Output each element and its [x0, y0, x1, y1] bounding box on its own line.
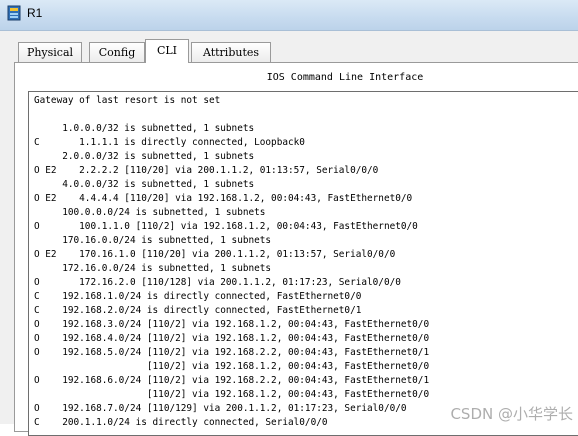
console-line: O E2 2.2.2.2 [110/20] via 200.1.1.2, 01:…	[34, 165, 379, 176]
console-line: O 172.16.2.0 [110/128] via 200.1.1.2, 01…	[34, 277, 401, 288]
cli-heading: IOS Command Line Interface	[266, 72, 424, 83]
title-bar: R1	[0, 0, 578, 31]
console-line: 1.0.0.0/32 is subnetted, 1 subnets	[34, 123, 255, 134]
console-line: C 1.1.1.1 is directly connected, Loopbac…	[34, 137, 305, 148]
window-body: Physical Config CLI Attributes IOS Comma…	[0, 31, 578, 436]
console-line: O 192.168.4.0/24 [110/2] via 192.168.1.2…	[34, 333, 430, 344]
tab-attributes[interactable]: Attributes	[191, 42, 271, 62]
cli-tab-panel: IOS Command Line Interface Gateway of la…	[14, 62, 578, 436]
console-line: C 192.168.1.0/24 is directly connected, …	[34, 291, 362, 302]
tab-config[interactable]: Config	[89, 42, 145, 62]
window-title: R1	[27, 6, 43, 20]
console-output: Gateway of last resort is not set 1.0.0.…	[34, 94, 429, 430]
tab-label: CLI	[156, 44, 178, 57]
console-line: [110/2] via 192.168.1.2, 00:04:43, FastE…	[34, 389, 430, 400]
console-line: C 200.1.1.0/24 is directly connected, Se…	[34, 417, 328, 428]
tab-label: Config	[98, 46, 136, 59]
console-line: O 192.168.7.0/24 [110/129] via 200.1.1.2…	[34, 403, 407, 414]
router-app-icon	[7, 5, 21, 21]
console-line: O 100.1.1.0 [110/2] via 192.168.1.2, 00:…	[34, 221, 418, 232]
console-line: 100.0.0.0/24 is subnetted, 1 subnets	[34, 207, 266, 218]
tab-cli[interactable]: CLI	[145, 39, 189, 63]
watermark: CSDN @小华学长	[450, 405, 573, 423]
console-line: O 192.168.6.0/24 [110/2] via 192.168.2.2…	[34, 375, 430, 386]
cli-console[interactable]: Gateway of last resort is not set 1.0.0.…	[28, 91, 578, 436]
tab-label: Attributes	[202, 46, 260, 59]
console-line: O E2 4.4.4.4 [110/20] via 192.168.1.2, 0…	[34, 193, 413, 204]
console-line: 4.0.0.0/32 is subnetted, 1 subnets	[34, 179, 255, 190]
tab-label: Physical	[26, 46, 74, 59]
console-line: 172.16.0.0/24 is subnetted, 1 subnets	[34, 263, 272, 274]
console-line: C 192.168.2.0/24 is directly connected, …	[34, 305, 362, 316]
console-line: [110/2] via 192.168.1.2, 00:04:43, FastE…	[34, 361, 430, 372]
console-line: 170.16.0.0/24 is subnetted, 1 subnets	[34, 235, 272, 246]
console-line: O 192.168.3.0/24 [110/2] via 192.168.1.2…	[34, 319, 430, 330]
console-line: O 192.168.5.0/24 [110/2] via 192.168.2.2…	[34, 347, 430, 358]
console-line: O E2 170.16.1.0 [110/20] via 200.1.1.2, …	[34, 249, 396, 260]
console-line: Gateway of last resort is not set	[34, 95, 221, 106]
tab-physical[interactable]: Physical	[18, 42, 82, 62]
console-line: 2.0.0.0/32 is subnetted, 1 subnets	[34, 151, 255, 162]
